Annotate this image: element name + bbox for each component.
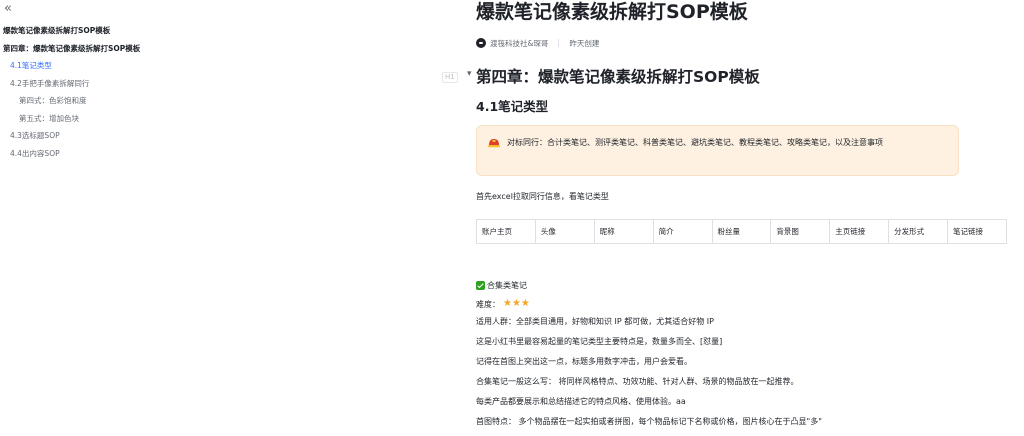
table-header-cell[interactable]: 头像: [534, 219, 595, 244]
body-paragraph[interactable]: 合集笔记一般这么写： 将同样风格特点、功效功能、针对人群、场景的物品放在一起推荐…: [476, 376, 1024, 388]
outline-item[interactable]: 第四章：爆款笔记像素级拆解打SOP模板: [0, 40, 300, 58]
collapse-outline-icon[interactable]: «: [4, 2, 12, 16]
created-time: 昨天创建: [569, 38, 600, 48]
heading-level-tag[interactable]: H1: [442, 72, 458, 83]
document-body: 爆款笔记像素级拆解打SOP模板 渡筏科技社&琛哥 昨天创建 H1 ▾ 第四章：爆…: [442, 0, 1024, 428]
document-meta: 渡筏科技社&琛哥 昨天创建: [476, 36, 1024, 50]
helmet-icon: [488, 139, 500, 148]
body-lines: 适用人群：全部类目通用，好物和知识 IP 都可做，尤其适合好物 IP 这是小红书里…: [476, 316, 1024, 428]
star-rating-icon: ★★★: [503, 298, 530, 309]
outline-list: 爆款笔记像素级拆解打SOP模板 第四章：爆款笔记像素级拆解打SOP模板 4.1笔记类…: [0, 22, 300, 162]
checklist-label: 合集类笔记: [487, 280, 527, 290]
difficulty-row: 难度： ★★★: [476, 297, 1024, 311]
heading-2[interactable]: 4.1笔记类型: [476, 98, 1024, 116]
outline-sidebar: « 爆款笔记像素级拆解打SOP模板 第四章：爆款笔记像素级拆解打SOP模板 4.1笔…: [0, 0, 300, 436]
intro-paragraph[interactable]: 首先excel拉取同行信息，看笔记类型: [476, 191, 1024, 203]
body-paragraph[interactable]: 适用人群：全部类目通用，好物和知识 IP 都可做，尤其适合好物 IP: [476, 316, 1024, 328]
document-title[interactable]: 爆款笔记像素级拆解打SOP模板: [476, 0, 1024, 25]
outline-item[interactable]: 爆款笔记像素级拆解打SOP模板: [0, 22, 300, 40]
table-header-row: 账户主页 头像 昵称 简介 粉丝量 背景图 主页链接 分发形式 笔记链接: [476, 219, 1007, 244]
heading-1-block: H1 ▾ 第四章：爆款笔记像素级拆解打SOP模板: [442, 66, 1024, 88]
author-avatar[interactable]: [476, 38, 486, 48]
outline-item[interactable]: 第四式：色彩饱和度: [0, 92, 300, 110]
table-header-cell[interactable]: 主页链接: [829, 219, 890, 244]
checklist-item[interactable]: 合集类笔记: [476, 278, 1024, 292]
meta-divider: [558, 39, 560, 47]
heading-1[interactable]: 第四章：爆款笔记像素级拆解打SOP模板: [476, 66, 1024, 88]
table-header-cell[interactable]: 账户主页: [476, 219, 536, 244]
body-paragraph[interactable]: 记得在首图上突出这一点，标题多用数字冲击，用户会爱看。: [476, 356, 1024, 368]
note-type-section: 合集类笔记 难度： ★★★ 适用人群：全部类目通用，好物和知识 IP 都可做，尤…: [476, 278, 1024, 428]
author-name[interactable]: 渡筏科技社&琛哥: [490, 38, 548, 49]
outline-item[interactable]: 4.1笔记类型: [0, 57, 300, 75]
callout-text[interactable]: 对标同行：合计类笔记、测评类笔记、科普类笔记、避坑类笔记、教程类笔记、攻略类笔记…: [507, 135, 949, 150]
table-header-cell[interactable]: 分发形式: [888, 219, 948, 244]
table-header-cell[interactable]: 粉丝量: [711, 219, 772, 244]
body-paragraph[interactable]: 每类产品都要展示和总结描述它的特点风格、使用体验。aa: [476, 396, 1024, 408]
outline-item[interactable]: 4.2手把手像素拆解同行: [0, 75, 300, 93]
table-header-cell[interactable]: 背景图: [770, 219, 831, 244]
table-header-cell[interactable]: 昵称: [593, 219, 654, 244]
body-paragraph[interactable]: 首图特点： 多个物品摆在一起实拍或者拼图，每个物品标记下名称或价格，图片核心在于…: [476, 416, 1024, 428]
difficulty-label: 难度：: [476, 299, 500, 309]
table-header-cell[interactable]: 简介: [652, 219, 713, 244]
outline-item[interactable]: 4.3选标题SOP: [0, 127, 300, 145]
body-paragraph[interactable]: 这是小红书里最容易起量的笔记类型主要特点是，数量多而全、[怼量]: [476, 336, 1024, 348]
heading-collapse-caret-icon[interactable]: ▾: [467, 69, 472, 79]
outline-item[interactable]: 4.4出内容SOP: [0, 145, 300, 163]
checkbox-checked-icon[interactable]: [476, 280, 485, 290]
callout-block[interactable]: 对标同行：合计类笔记、测评类笔记、科普类笔记、避坑类笔记、教程类笔记、攻略类笔记…: [476, 125, 959, 176]
table-header-cell[interactable]: 笔记链接: [947, 219, 1007, 244]
competitor-table[interactable]: 账户主页 头像 昵称 简介 粉丝量 背景图 主页链接 分发形式 笔记链接: [476, 219, 1007, 244]
outline-item[interactable]: 第五式：增加色块: [0, 110, 300, 128]
